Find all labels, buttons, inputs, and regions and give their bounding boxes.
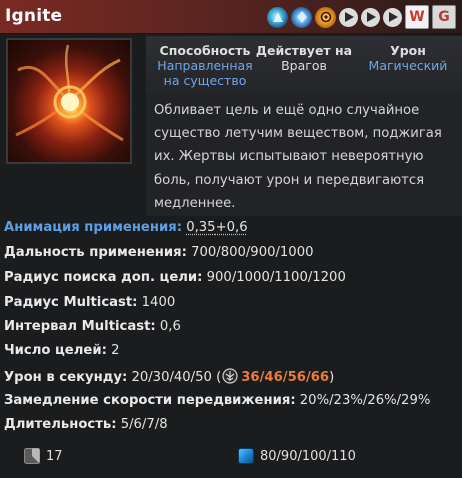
talent-tree-icon	[222, 368, 238, 388]
stat-value[interactable]: 0,35	[186, 220, 215, 235]
stat-label: Замедление скорости передвижения:	[4, 393, 296, 408]
title-bar: Ignite W G	[0, 0, 462, 34]
mana-cost-value: 80/90/100/110	[260, 448, 356, 464]
stat-search-radius: Радиус поиска доп. цели: 900/1000/1100/1…	[4, 270, 346, 285]
stat-value: 900/1000/1100/1200	[206, 270, 346, 285]
stat-value: 5/6/7/8	[120, 417, 168, 432]
stat-label: Длительность:	[4, 417, 117, 432]
stat-label: Анимация применения:	[4, 220, 182, 235]
damage-type-value: Магический	[368, 58, 448, 73]
aghanims-scepter-icon[interactable]	[267, 6, 288, 28]
stat-value: 1400	[141, 295, 176, 310]
aghanims-shard-icon[interactable]	[291, 6, 312, 28]
ability-icon	[6, 38, 132, 164]
cooldown-icon	[24, 448, 40, 464]
stat-value-close: )	[329, 370, 335, 385]
description-panel: Обливает цель и ещё одно случайное сущес…	[146, 94, 462, 216]
mana-icon	[238, 448, 254, 464]
stat-cast-range: Дальность применения: 700/800/900/1000	[4, 245, 313, 260]
stat-duration: Длительность: 5/6/7/8	[4, 417, 168, 432]
stat-multicast-radius: Радиус Multicast: 1400	[4, 295, 175, 310]
mana-cost-display: 80/90/100/110	[238, 448, 356, 464]
stat-multicast-interval: Интервал Multicast: 0,6	[4, 319, 181, 334]
stat-label: Радиус поиска доп. цели:	[4, 270, 203, 285]
damage-type-column: Урон Магический	[358, 43, 458, 73]
ability-description: Обливает цель и ещё одно случайное сущес…	[154, 103, 442, 211]
title-bar-icons: W G	[267, 5, 456, 29]
ability-type-label: Способность	[159, 43, 251, 58]
stat-label: Дальность применения:	[4, 245, 187, 260]
stat-value: 20%/23%/26%/29%	[299, 393, 431, 408]
ability-type-value: Направленная	[157, 58, 253, 73]
play-icon[interactable]	[383, 7, 402, 27]
damage-type-label: Урон	[390, 43, 426, 58]
stat-label: Радиус Multicast:	[4, 295, 138, 310]
stat-value: 2	[111, 343, 120, 358]
cooldown-value: 17	[46, 448, 63, 464]
stat-label: Число целей:	[4, 343, 107, 358]
play-icon[interactable]	[339, 7, 358, 27]
stat-damage-per-second: Урон в секунду: 20/30/40/50 ( 36/46/56/6…	[4, 368, 334, 388]
ability-title: Ignite	[5, 6, 63, 26]
affects-column: Действует на Врагов	[254, 43, 354, 73]
stat-cast-point: Анимация применения: 0,35+0,6	[4, 220, 248, 235]
stat-label: Интервал Multicast:	[4, 319, 156, 334]
ability-type-column: Способность Направленная на существо	[146, 43, 264, 88]
stat-value-extra[interactable]: +0,6	[216, 220, 248, 235]
g-hotkey-button[interactable]: G	[432, 5, 456, 29]
affects-label: Действует на	[255, 43, 353, 58]
cooldown-display: 17	[24, 448, 63, 464]
stat-label: Урон в секунду:	[4, 370, 128, 385]
stat-targets: Число целей: 2	[4, 343, 119, 358]
stat-movement-slow: Замедление скорости передвижения: 20%/23…	[4, 393, 430, 408]
stat-value: 20/30/40/50 (	[131, 370, 222, 385]
ability-type-value-line2: на существо	[163, 73, 247, 88]
ability-info-header: Способность Направленная на существо Дей…	[146, 36, 462, 94]
stat-value: 0,6	[159, 319, 181, 334]
talent-tree-icon[interactable]	[315, 6, 336, 28]
affects-value: Врагов	[281, 58, 327, 73]
play-icon[interactable]	[361, 7, 380, 27]
stat-value: 700/800/900/1000	[191, 245, 314, 260]
w-hotkey-button[interactable]: W	[405, 5, 429, 29]
talent-value: 36/46/56/66	[241, 370, 330, 385]
